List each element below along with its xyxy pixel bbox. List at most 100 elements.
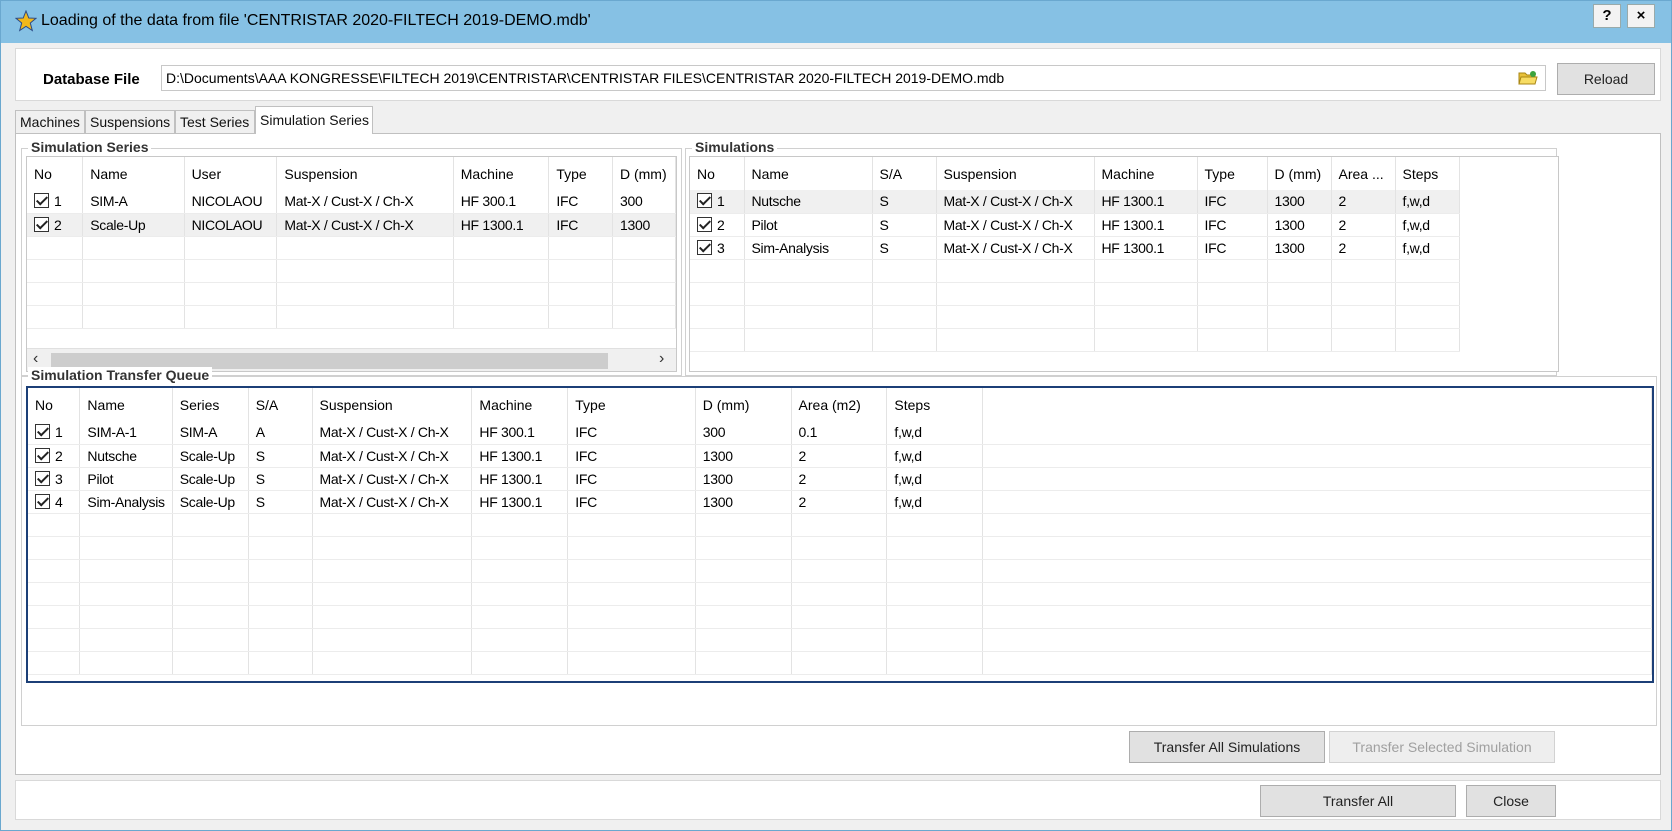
table-row[interactable]	[690, 305, 1460, 329]
table-cell: S	[248, 490, 313, 514]
table-row[interactable]	[27, 305, 676, 329]
table-row[interactable]: 2 Nutsche Scale-Up S Mat-X / Cust-X / Ch-X HF…	[28, 444, 1652, 468]
tab-content: Simulation Series No Name User Suspension Ma…	[15, 133, 1661, 775]
transfer-all-simulations-button[interactable]: Transfer All Simulations	[1129, 731, 1325, 763]
tab-machines[interactable]: Machines	[15, 110, 85, 133]
table-cell	[27, 305, 84, 329]
column-header[interactable]: User	[184, 157, 278, 190]
tab-suspensions[interactable]: Suspensions	[85, 110, 175, 133]
table-row[interactable]	[28, 513, 1652, 537]
table-row[interactable]	[690, 282, 1460, 306]
table-row[interactable]	[28, 582, 1652, 606]
column-header[interactable]: Type	[1197, 157, 1268, 190]
table-row[interactable]	[690, 259, 1460, 283]
scroll-right-icon[interactable]: ›	[659, 350, 664, 368]
checkbox[interactable]	[35, 493, 50, 509]
column-header[interactable]: No	[27, 157, 84, 190]
checkbox[interactable]	[34, 216, 49, 232]
scroll-left-icon[interactable]: ‹	[33, 350, 38, 368]
transfer-queue-grid[interactable]: No Name Series S/A Suspension Machine Type D (m…	[26, 386, 1654, 683]
column-header[interactable]: Steps	[886, 388, 984, 421]
transfer-all-button[interactable]: Transfer All	[1260, 785, 1456, 817]
table-cell	[791, 513, 888, 537]
table-cell	[982, 421, 1652, 445]
table-cell	[548, 236, 613, 260]
table-cell: Mat-X / Cust-X / Ch-X	[312, 421, 473, 445]
table-cell	[744, 328, 873, 352]
table-cell	[695, 628, 792, 652]
column-header[interactable]: Machine	[471, 388, 569, 421]
column-header[interactable]: Area ...	[1331, 157, 1396, 190]
table-row[interactable]: 1 Nutsche S Mat-X / Cust-X / Ch-X HF 1300.1 I…	[690, 190, 1460, 214]
column-header[interactable]: Area (m2)	[791, 388, 888, 421]
checkbox[interactable]	[35, 470, 50, 486]
table-row[interactable]	[28, 651, 1652, 675]
table-cell	[276, 282, 454, 306]
table-cell	[690, 259, 745, 283]
table-row[interactable]	[28, 559, 1652, 583]
row-number: 2	[54, 216, 62, 233]
tab-simulation-series[interactable]: Simulation Series	[255, 106, 373, 134]
table-row[interactable]: 1 SIM-A NICOLAOU Mat-X / Cust-X / Ch-X HF 30…	[27, 190, 676, 214]
checkbox[interactable]	[697, 216, 712, 232]
title-bar[interactable]: Loading of the data from file 'CENTRISTA…	[1, 1, 1671, 43]
column-header[interactable]: Suspension	[936, 157, 1095, 190]
column-header[interactable]: No	[690, 157, 745, 190]
table-row[interactable]: 2 Pilot S Mat-X / Cust-X / Ch-X HF 1300.1 IFC…	[690, 213, 1460, 237]
table-row[interactable]: 3 Sim-Analysis S Mat-X / Cust-X / Ch-X HF 13…	[690, 236, 1460, 260]
column-header[interactable]: Machine	[453, 157, 550, 190]
column-header[interactable]: Name	[82, 157, 185, 190]
table-row[interactable]	[690, 328, 1460, 352]
reload-button[interactable]: Reload	[1557, 63, 1655, 95]
table-cell	[982, 559, 1652, 583]
column-header[interactable]: Type	[548, 157, 613, 190]
column-header[interactable]: Type	[567, 388, 696, 421]
column-header[interactable]: Steps	[1395, 157, 1460, 190]
column-header[interactable]: Name	[744, 157, 873, 190]
table-cell	[936, 328, 1095, 352]
table-row[interactable]	[28, 536, 1652, 560]
table-row[interactable]	[27, 259, 676, 283]
column-header[interactable]: Suspension	[312, 388, 473, 421]
simulations-grid[interactable]: No Name S/A Suspension Machine Type D (mm) Area…	[689, 156, 1559, 372]
simulation-series-grid[interactable]: No Name User Suspension Machine Type D (mm) 1 S…	[26, 156, 677, 372]
table-row[interactable]: 4 Sim-Analysis Scale-Up S Mat-X / Cust-X / C…	[28, 490, 1652, 514]
column-header[interactable]: Machine	[1094, 157, 1198, 190]
table-row[interactable]	[28, 628, 1652, 652]
close-button[interactable]: Close	[1466, 785, 1556, 817]
checkbox[interactable]	[35, 424, 50, 440]
transfer-selected-simulation-button[interactable]: Transfer Selected Simulation	[1329, 731, 1555, 763]
table-cell	[28, 605, 81, 629]
table-row[interactable]	[28, 605, 1652, 629]
table-cell	[872, 282, 937, 306]
table-cell	[1395, 305, 1460, 329]
close-window-button[interactable]: ×	[1627, 4, 1655, 28]
column-header[interactable]: Name	[79, 388, 173, 421]
column-header[interactable]: No	[28, 388, 81, 421]
column-header[interactable]: Series	[172, 388, 249, 421]
table-cell: IFC	[1197, 213, 1268, 237]
checkbox[interactable]	[697, 193, 712, 209]
column-header[interactable]: Suspension	[276, 157, 454, 190]
table-row[interactable]: 3 Pilot Scale-Up S Mat-X / Cust-X / Ch-X HF 1…	[28, 467, 1652, 491]
database-path-field[interactable]: D:\Documents\AAA KONGRESSE\FILTECH 2019\…	[161, 65, 1546, 91]
table-cell	[1395, 259, 1460, 283]
column-header[interactable]: D (mm)	[612, 157, 676, 190]
table-cell: 1	[690, 190, 745, 214]
folder-open-icon[interactable]	[1518, 70, 1538, 86]
table-row[interactable]	[27, 236, 676, 260]
checkbox[interactable]	[34, 193, 49, 209]
table-row[interactable]	[27, 282, 676, 306]
checkbox[interactable]	[697, 239, 712, 255]
simulation-series-table: No Name User Suspension Machine Type D (mm) 1 S…	[27, 157, 676, 329]
table-row[interactable]: 1 SIM-A-1 SIM-A A Mat-X / Cust-X / Ch-X HF 30…	[28, 421, 1652, 445]
table-row[interactable]: 2 Scale-Up NICOLAOU Mat-X / Cust-X / Ch-X HF…	[27, 213, 676, 237]
tab-test-series[interactable]: Test Series	[175, 110, 255, 133]
column-header[interactable]: D (mm)	[695, 388, 792, 421]
column-header[interactable]: D (mm)	[1267, 157, 1332, 190]
table-cell: 1	[27, 190, 84, 214]
column-header[interactable]: S/A	[872, 157, 937, 190]
help-button[interactable]: ?	[1593, 4, 1621, 28]
column-header[interactable]: S/A	[248, 388, 313, 421]
checkbox[interactable]	[35, 447, 50, 463]
